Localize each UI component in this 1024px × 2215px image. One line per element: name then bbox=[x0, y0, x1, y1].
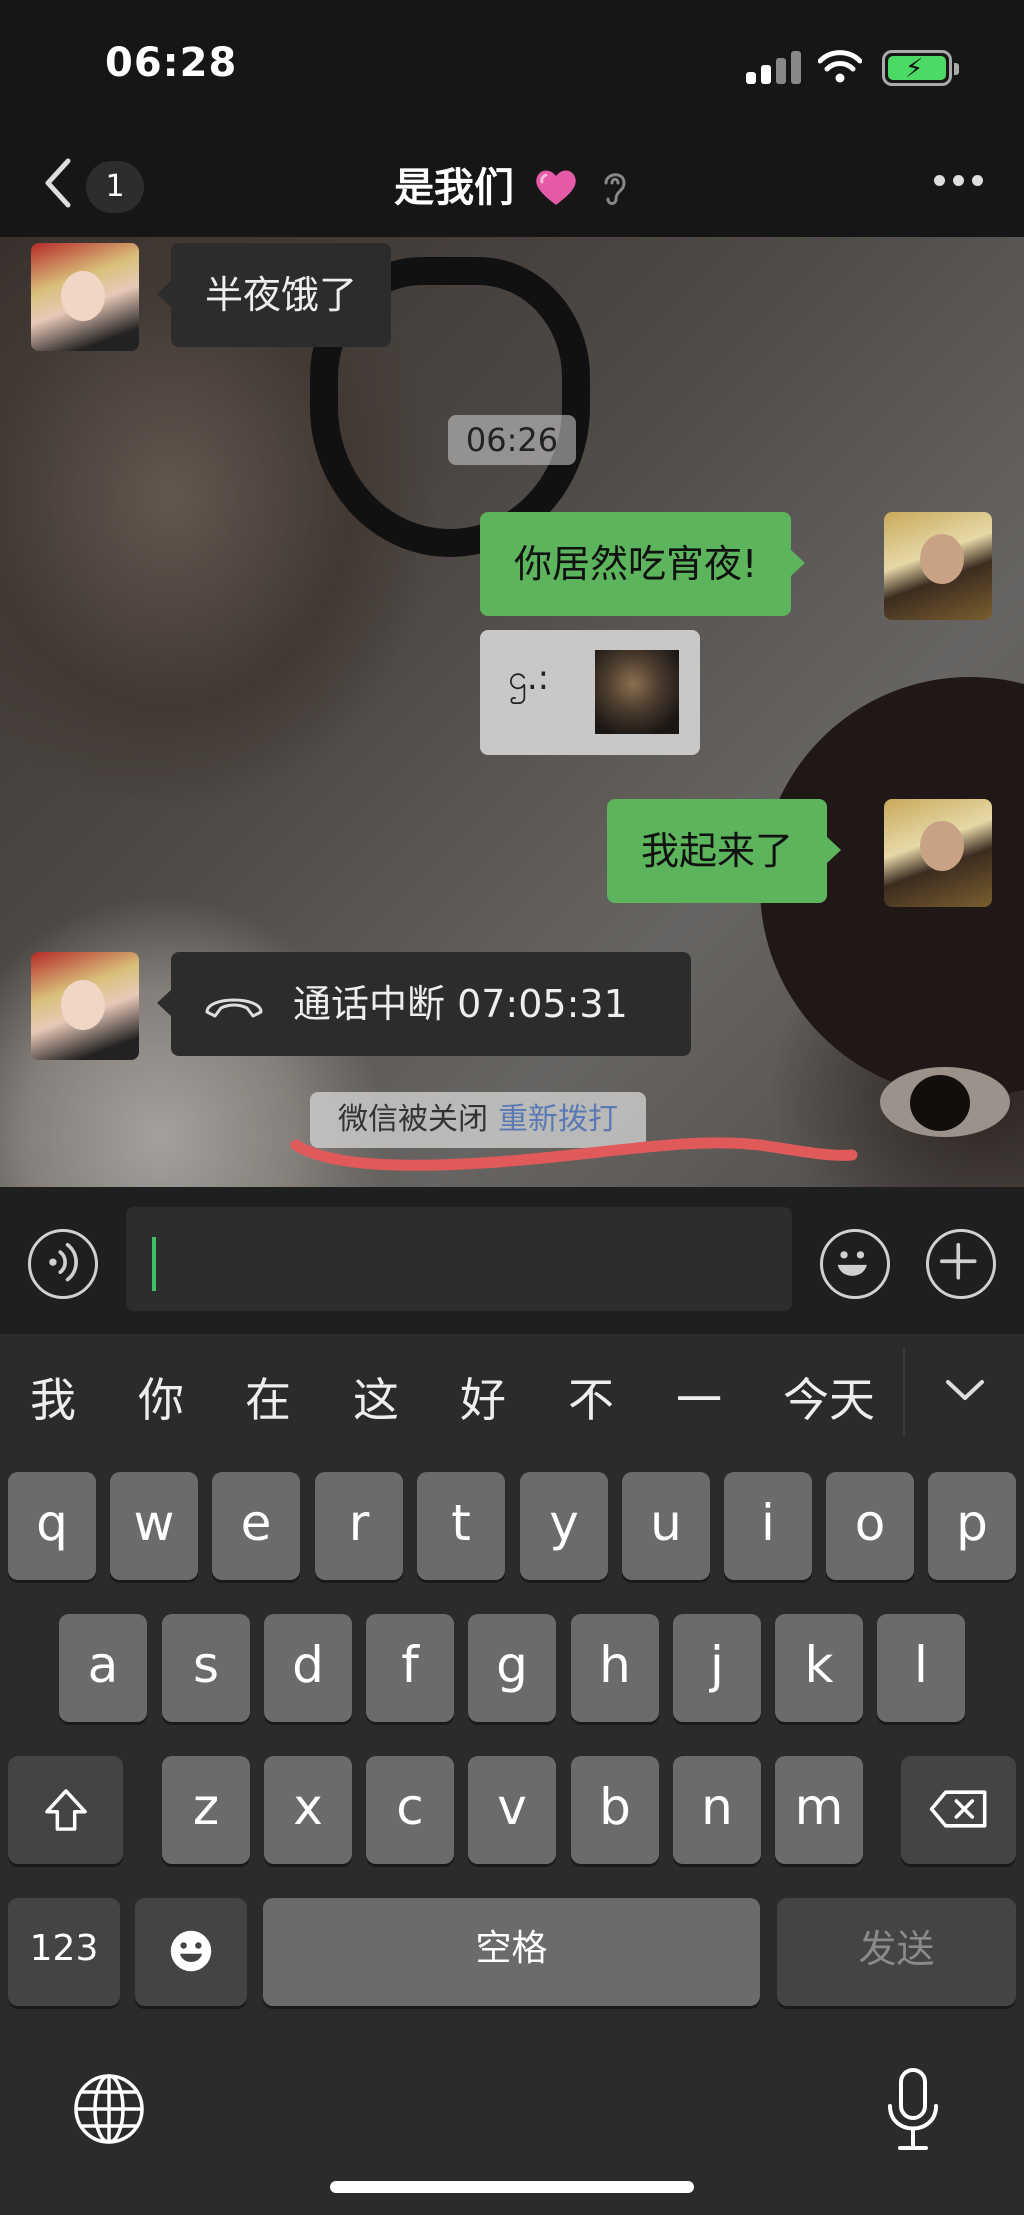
ear-icon bbox=[604, 173, 626, 205]
quoted-image-message[interactable]: ဌ.: bbox=[480, 630, 700, 755]
key[interactable]: a bbox=[59, 1614, 147, 1722]
status-bar: 06:28 ⚡ bbox=[0, 0, 1024, 135]
key[interactable]: c bbox=[366, 1756, 454, 1864]
key[interactable]: n bbox=[673, 1756, 761, 1864]
key[interactable]: i bbox=[724, 1472, 812, 1580]
message-bubble-outgoing[interactable]: 我起来了 bbox=[607, 799, 842, 903]
message-bubble-incoming[interactable]: 半夜饿了 bbox=[156, 243, 392, 347]
key[interactable]: k bbox=[775, 1614, 863, 1722]
key[interactable]: l bbox=[877, 1614, 965, 1722]
chat-title-text: 是我们 bbox=[394, 165, 515, 211]
voice-icon[interactable] bbox=[28, 1229, 98, 1299]
numbers-key[interactable]: 123 bbox=[8, 1898, 120, 2006]
emoji-icon bbox=[170, 1930, 212, 1972]
delete-key[interactable] bbox=[901, 1756, 1016, 1864]
candidate-word[interactable]: 好 bbox=[460, 1364, 506, 1430]
call-record-bubble[interactable]: 通话中断 07:05:31 bbox=[157, 952, 691, 1056]
home-indicator[interactable] bbox=[330, 2181, 694, 2193]
candidate-word[interactable]: 这 bbox=[353, 1364, 399, 1430]
key[interactable]: x bbox=[264, 1756, 352, 1864]
annotation-underline bbox=[290, 1137, 858, 1171]
emoji-key[interactable] bbox=[135, 1898, 247, 2006]
chat-title[interactable]: 是我们 bbox=[0, 155, 1024, 213]
key[interactable]: u bbox=[622, 1472, 710, 1580]
avatar-self[interactable] bbox=[884, 512, 992, 620]
key[interactable]: v bbox=[468, 1756, 556, 1864]
candidate-word[interactable]: 一 bbox=[676, 1364, 722, 1430]
image-thumbnail[interactable] bbox=[595, 650, 679, 734]
key[interactable]: z bbox=[162, 1756, 250, 1864]
key[interactable]: h bbox=[571, 1614, 659, 1722]
key[interactable]: w bbox=[110, 1472, 198, 1580]
key[interactable]: q bbox=[8, 1472, 96, 1580]
hang-up-icon bbox=[205, 998, 263, 1018]
globe-icon[interactable] bbox=[72, 2072, 146, 2146]
key[interactable]: p bbox=[928, 1472, 1016, 1580]
avatar-self[interactable] bbox=[884, 799, 992, 907]
key[interactable]: g bbox=[468, 1614, 556, 1722]
shift-key[interactable] bbox=[8, 1756, 123, 1864]
signal-icon bbox=[746, 50, 802, 84]
plus-icon[interactable] bbox=[926, 1229, 996, 1299]
chat-area[interactable]: 半夜饿了 06:26 你居然吃宵夜! ဌ.: 我起来了 通话中断 07:05:3… bbox=[0, 237, 1024, 1187]
microphone-icon[interactable] bbox=[882, 2066, 944, 2154]
key[interactable]: y bbox=[520, 1472, 608, 1580]
message-timestamp: 06:26 bbox=[448, 415, 576, 465]
key[interactable]: d bbox=[264, 1614, 352, 1722]
candidate-word[interactable]: 你 bbox=[138, 1364, 184, 1430]
key[interactable]: b bbox=[571, 1756, 659, 1864]
shift-icon bbox=[44, 1789, 87, 1831]
text-caret bbox=[152, 1237, 156, 1291]
candidate-word[interactable]: 我 bbox=[30, 1364, 76, 1430]
avatar-contact[interactable] bbox=[31, 952, 139, 1060]
candidate-word[interactable]: 在 bbox=[245, 1364, 291, 1430]
candidate-word[interactable]: 今天 bbox=[783, 1364, 875, 1430]
avatar-contact[interactable] bbox=[31, 243, 139, 351]
key[interactable]: j bbox=[673, 1614, 761, 1722]
input-bar bbox=[0, 1187, 1024, 1334]
emoji-icon[interactable] bbox=[820, 1229, 890, 1299]
quoted-text: ဌ.: bbox=[508, 658, 550, 698]
key[interactable]: o bbox=[826, 1472, 914, 1580]
wifi-icon bbox=[818, 50, 862, 83]
keyboard: 我 你 在 这 好 不 一 今天 q w e r t y u i o p a s… bbox=[0, 1334, 1024, 2215]
call-status-text: 通话中断 07:05:31 bbox=[293, 982, 628, 1026]
key[interactable]: f bbox=[366, 1614, 454, 1722]
candidate-word[interactable]: 不 bbox=[568, 1364, 614, 1430]
chat-header: 1 是我们 bbox=[0, 135, 1024, 237]
key[interactable]: m bbox=[775, 1756, 863, 1864]
message-input[interactable] bbox=[126, 1207, 792, 1311]
key[interactable]: s bbox=[162, 1614, 250, 1722]
battery-icon: ⚡ bbox=[882, 50, 959, 86]
key[interactable]: t bbox=[417, 1472, 505, 1580]
chevron-down-icon[interactable] bbox=[944, 1376, 986, 1404]
key[interactable]: r bbox=[315, 1472, 403, 1580]
delete-icon bbox=[929, 1790, 986, 1828]
message-bubble-outgoing[interactable]: 你居然吃宵夜! bbox=[480, 512, 806, 616]
send-key[interactable]: 发送 bbox=[777, 1898, 1016, 2006]
status-time: 06:28 bbox=[105, 40, 238, 86]
heart-icon bbox=[536, 170, 576, 205]
space-key[interactable]: 空格 bbox=[263, 1898, 760, 2006]
key[interactable]: e bbox=[212, 1472, 300, 1580]
more-icon[interactable] bbox=[934, 175, 984, 189]
